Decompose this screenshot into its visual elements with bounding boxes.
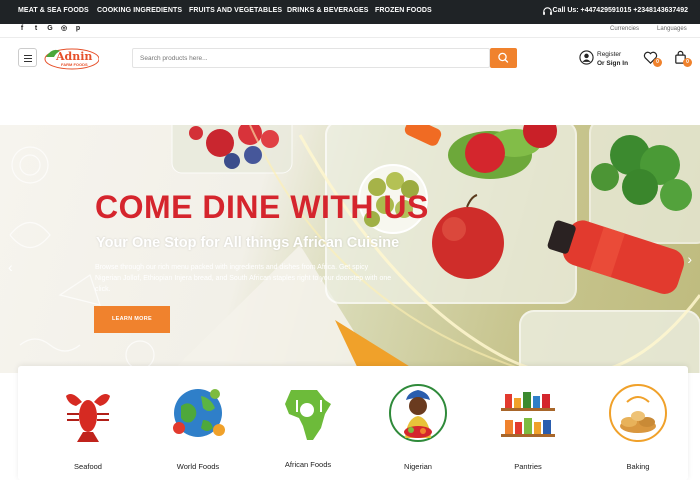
- topnav-fruits-vegetables[interactable]: FRUITS AND VEGETABLES: [189, 7, 282, 14]
- lobster-icon: [66, 394, 110, 442]
- globe-food-icon: [173, 389, 225, 437]
- baking-goods-icon: [609, 384, 667, 442]
- instagram-icon[interactable]: ◎: [60, 25, 68, 33]
- hero-description: Browse through our rich menu packed with…: [95, 264, 392, 293]
- search-input[interactable]: [132, 48, 490, 68]
- topnav-frozen-foods[interactable]: FROZEN FOODS: [375, 7, 432, 14]
- nigerian-woman-icon: [389, 384, 447, 442]
- category-african-foods[interactable]: African Foods: [253, 366, 363, 480]
- pinterest-icon[interactable]: p: [74, 25, 82, 33]
- category-label: World Foods: [176, 462, 220, 471]
- learn-more-button[interactable]: LEARN MORE: [94, 306, 170, 333]
- topnav-cooking-ingredients[interactable]: COOKING INGREDIENTS: [97, 7, 182, 14]
- category-nigerian[interactable]: Nigerian: [363, 366, 473, 480]
- site-logo[interactable]: Adnin FARM FOODS: [43, 45, 100, 71]
- slider-prev-icon[interactable]: ‹: [8, 259, 13, 275]
- category-label: Baking: [626, 462, 650, 471]
- category-pantries[interactable]: Pantries: [473, 366, 583, 480]
- pantry-shelf-icon: [501, 392, 555, 437]
- cart-count-badge: 0: [683, 58, 692, 67]
- header-divider: [0, 37, 700, 38]
- search-button[interactable]: [490, 48, 517, 68]
- topnav-meat-sea-foods[interactable]: MEAT & SEA FOODS: [18, 7, 89, 14]
- category-label: Seafood: [74, 462, 102, 471]
- logo-tagline: FARM FOODS: [61, 62, 88, 67]
- user-account-icon[interactable]: [579, 50, 594, 65]
- category-label: Nigerian: [404, 462, 432, 471]
- africa-map-icon: [285, 390, 331, 440]
- sign-in-link[interactable]: Or Sign In: [597, 60, 628, 67]
- hamburger-menu-button[interactable]: [18, 48, 37, 67]
- google-icon[interactable]: G: [46, 25, 54, 33]
- top-category-bar: MEAT & SEA FOODS COOKING INGREDIENTS FRU…: [0, 0, 700, 24]
- social-links: f t G ◎ p: [18, 25, 82, 33]
- headset-icon: [543, 7, 552, 15]
- topnav-drinks-beverages[interactable]: DRINKS & BEVERAGES: [287, 7, 369, 14]
- facebook-icon[interactable]: f: [18, 25, 26, 33]
- hero-title: COME DINE WITH US: [95, 189, 429, 225]
- category-label: African Foods: [284, 460, 332, 469]
- search-icon: [498, 52, 509, 63]
- languages-dropdown[interactable]: Languages: [657, 26, 687, 32]
- wishlist-count-badge: 0: [653, 58, 662, 67]
- category-baking[interactable]: Baking: [583, 366, 693, 480]
- hero-subtitle: Your One Stop for All things African Cui…: [96, 235, 400, 251]
- category-world-foods[interactable]: World Foods: [143, 366, 253, 480]
- hero-banner: COME DINE WITH US Your One Stop for All …: [0, 125, 700, 373]
- call-us-text: Call Us: +447429591015 +2348143637492: [552, 7, 688, 14]
- register-link[interactable]: Register: [597, 50, 628, 59]
- twitter-icon[interactable]: t: [32, 25, 40, 33]
- category-label: Pantries: [514, 462, 542, 471]
- account-links[interactable]: Register Or Sign In: [597, 50, 628, 68]
- category-strip: Seafood World Foods African Foods Nigeri…: [18, 366, 688, 480]
- currencies-dropdown[interactable]: Currencies: [610, 26, 639, 32]
- category-seafood[interactable]: Seafood: [33, 366, 143, 480]
- slider-next-icon[interactable]: ›: [687, 251, 692, 267]
- page: { "topbar": { "categories": ["MEAT & SEA…: [0, 0, 700, 480]
